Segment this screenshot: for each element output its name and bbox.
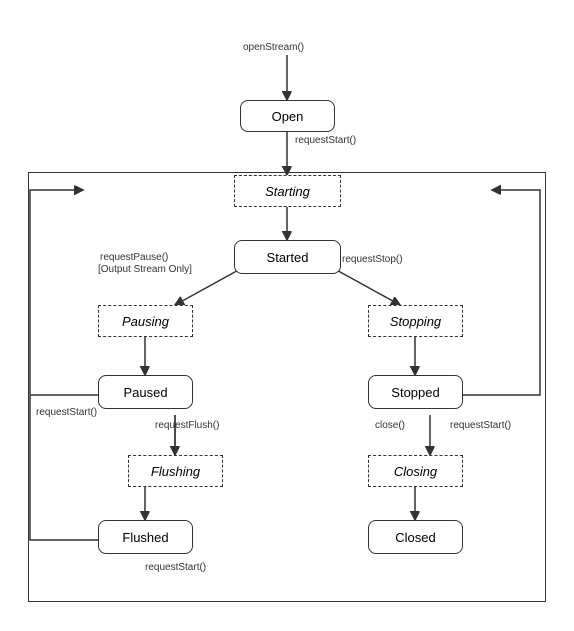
outer-box	[28, 172, 546, 602]
label-requeststart-open: requestStart()	[295, 135, 356, 146]
label-openstream: openStream()	[243, 42, 304, 53]
state-diagram: openStream() Open requestStart() Startin…	[0, 0, 574, 631]
state-open: Open	[240, 100, 335, 132]
